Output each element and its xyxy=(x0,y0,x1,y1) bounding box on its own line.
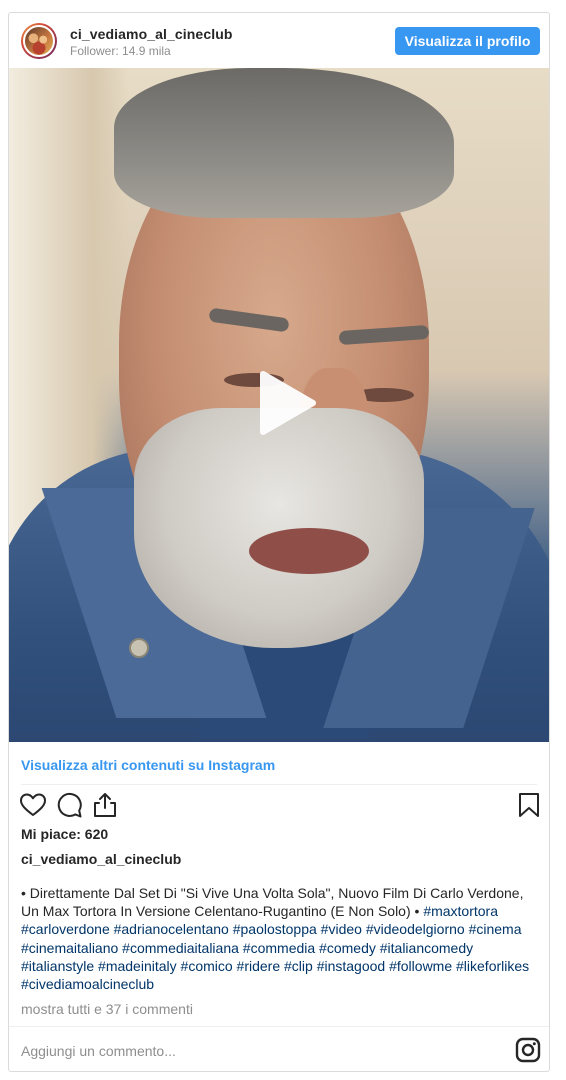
instagram-embed-card: ci_vediamo_al_cineclub Follower: 14.9 mi… xyxy=(8,12,550,1072)
shirt-button xyxy=(129,638,149,658)
username[interactable]: ci_vediamo_al_cineclub xyxy=(70,26,233,42)
comment-icon[interactable] xyxy=(55,791,83,819)
heart-icon[interactable] xyxy=(19,791,47,819)
caption: • Direttamente Dal Set Di "Si Vive Una V… xyxy=(21,884,541,993)
instagram-logo-icon[interactable] xyxy=(515,1037,541,1063)
view-more-on-instagram-link[interactable]: Visualizza altri contenuti su Instagram xyxy=(21,757,275,773)
avatar[interactable] xyxy=(21,23,57,59)
play-icon[interactable] xyxy=(249,368,319,438)
post-header: ci_vediamo_al_cineclub Follower: 14.9 mi… xyxy=(9,13,549,69)
action-bar xyxy=(9,791,549,823)
view-profile-button[interactable]: Visualizza il profilo xyxy=(395,27,540,55)
beard xyxy=(134,408,424,648)
divider xyxy=(21,784,537,785)
add-comment-link[interactable]: Aggiungi un commento... xyxy=(21,1043,176,1059)
like-count[interactable]: Mi piace: 620 xyxy=(21,826,108,842)
caption-username[interactable]: ci_vediamo_al_cineclub xyxy=(21,851,181,867)
mouth xyxy=(249,528,369,574)
video-media[interactable] xyxy=(9,68,549,742)
avatar-image xyxy=(23,25,55,57)
follower-count: Follower: 14.9 mila xyxy=(70,44,171,58)
share-icon[interactable] xyxy=(91,791,119,819)
view-all-comments-link[interactable]: mostra tutti e 37 i commenti xyxy=(21,1001,193,1017)
divider xyxy=(9,1026,549,1027)
hair xyxy=(114,68,454,218)
bookmark-icon[interactable] xyxy=(515,791,543,819)
